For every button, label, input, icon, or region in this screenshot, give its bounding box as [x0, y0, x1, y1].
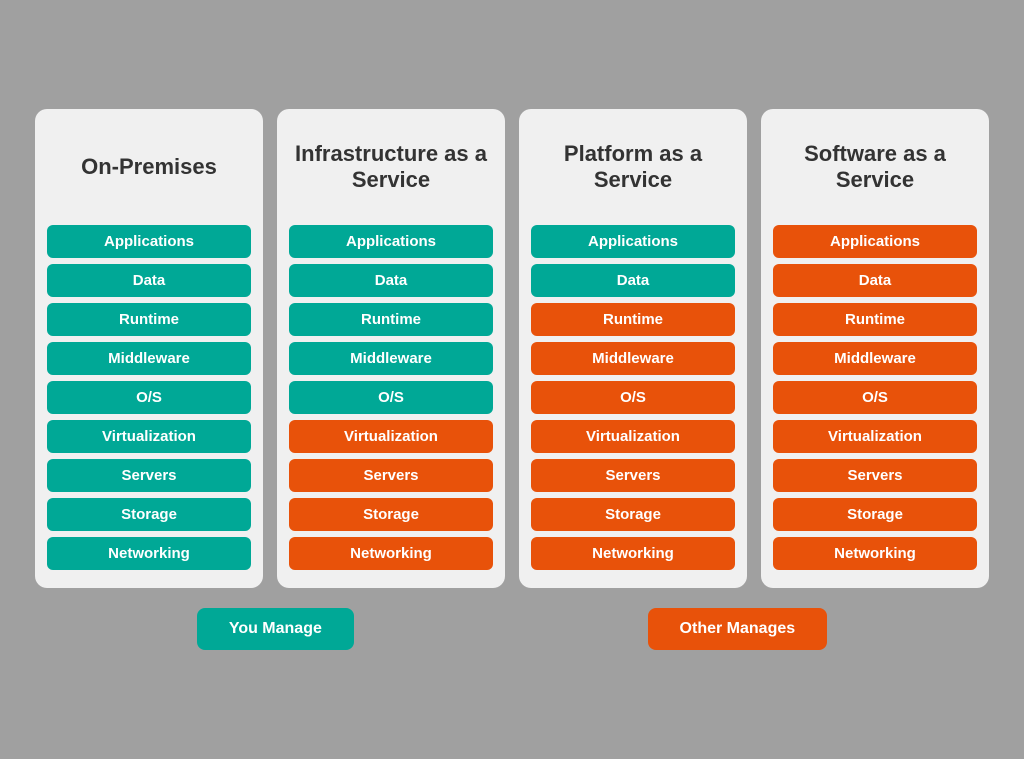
stack-item-0-1: Data — [47, 264, 251, 297]
stack-item-3-0: Applications — [773, 225, 977, 258]
stack-item-2-1: Data — [531, 264, 735, 297]
stack-3: Applications Data Runtime Middleware O/S Virt… — [773, 225, 977, 570]
stack-item-1-5: Virtualization — [289, 420, 493, 453]
stack-item-3-5: Virtualization — [773, 420, 977, 453]
stack-item-2-4: O/S — [531, 381, 735, 414]
stack-item-2-7: Storage — [531, 498, 735, 531]
stack-item-0-3: Middleware — [47, 342, 251, 375]
stack-item-2-2: Runtime — [531, 303, 735, 336]
stack-2: Applications Data Runtime Middleware O/S Virt… — [531, 225, 735, 570]
stack-0: Applications Data Runtime Middleware O/S Virt… — [47, 225, 251, 570]
stack-item-0-8: Networking — [47, 537, 251, 570]
stack-item-1-4: O/S — [289, 381, 493, 414]
stack-item-3-2: Runtime — [773, 303, 977, 336]
stack-item-2-8: Networking — [531, 537, 735, 570]
stack-item-1-6: Servers — [289, 459, 493, 492]
legend-row: You Manage Other Manages — [10, 608, 1014, 650]
stack-item-1-2: Runtime — [289, 303, 493, 336]
stack-1: Applications Data Runtime Middleware O/S Virt… — [289, 225, 493, 570]
column-card-2: Platform as a Service Applications Data Run… — [519, 109, 747, 588]
you-manage-button[interactable]: You Manage — [197, 608, 354, 650]
column-title-1: Infrastructure as a Service — [289, 127, 493, 207]
column-title-2: Platform as a Service — [531, 127, 735, 207]
main-container: On-Premises Applications Data Runtime Middle… — [0, 89, 1024, 670]
stack-item-3-1: Data — [773, 264, 977, 297]
other-manages-button[interactable]: Other Manages — [648, 608, 828, 650]
stack-item-2-6: Servers — [531, 459, 735, 492]
stack-item-3-3: Middleware — [773, 342, 977, 375]
stack-item-3-7: Storage — [773, 498, 977, 531]
stack-item-3-8: Networking — [773, 537, 977, 570]
stack-item-3-6: Servers — [773, 459, 977, 492]
stack-item-0-7: Storage — [47, 498, 251, 531]
column-card-3: Software as a Service Applications Data Run… — [761, 109, 989, 588]
column-card-1: Infrastructure as a Service Applications D… — [277, 109, 505, 588]
stack-item-3-4: O/S — [773, 381, 977, 414]
columns-row: On-Premises Applications Data Runtime Middle… — [10, 109, 1014, 588]
stack-item-0-5: Virtualization — [47, 420, 251, 453]
stack-item-0-4: O/S — [47, 381, 251, 414]
column-card-0: On-Premises Applications Data Runtime Middle… — [35, 109, 263, 588]
stack-item-1-3: Middleware — [289, 342, 493, 375]
stack-item-0-0: Applications — [47, 225, 251, 258]
stack-item-1-1: Data — [289, 264, 493, 297]
stack-item-0-6: Servers — [47, 459, 251, 492]
stack-item-0-2: Runtime — [47, 303, 251, 336]
stack-item-1-7: Storage — [289, 498, 493, 531]
stack-item-1-8: Networking — [289, 537, 493, 570]
column-title-3: Software as a Service — [773, 127, 977, 207]
column-title-0: On-Premises — [81, 127, 217, 207]
stack-item-2-0: Applications — [531, 225, 735, 258]
stack-item-2-3: Middleware — [531, 342, 735, 375]
stack-item-1-0: Applications — [289, 225, 493, 258]
stack-item-2-5: Virtualization — [531, 420, 735, 453]
